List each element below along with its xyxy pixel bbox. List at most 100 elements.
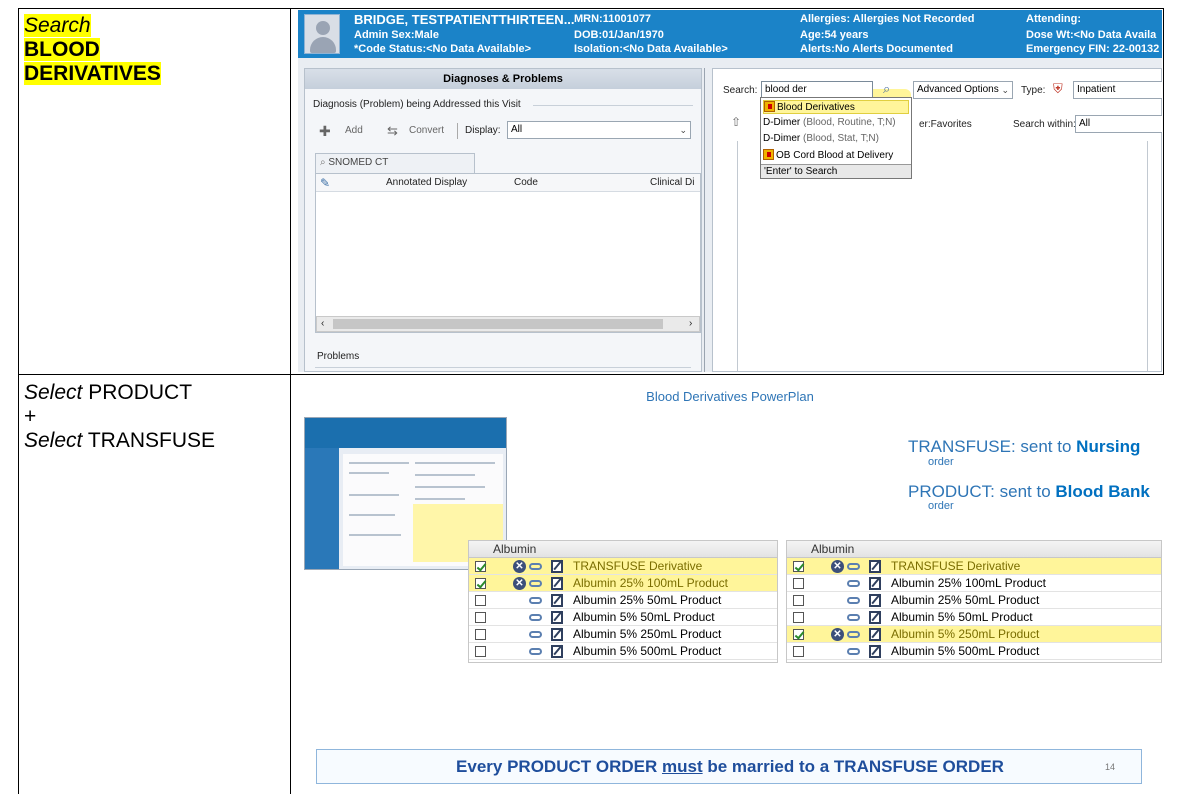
grid-header: ✎ Annotated Display Code Clinical Di	[316, 174, 700, 192]
order-row[interactable]: ✕ TRANSFUSE Derivative	[469, 558, 777, 575]
scroll-thumb[interactable]	[333, 319, 663, 329]
order-row[interactable]: Albumin 5% 500mL Product	[787, 643, 1161, 660]
horizontal-scrollbar[interactable]: ‹ ›	[316, 316, 700, 332]
order-checkbox[interactable]	[475, 595, 486, 606]
convert-button[interactable]: Convert	[409, 125, 444, 136]
enter-to-search-hint[interactable]: 'Enter' to Search	[761, 164, 911, 178]
order-checkbox[interactable]	[793, 578, 804, 589]
order-label: TRANSFUSE Derivative	[891, 559, 1021, 573]
search-within-select[interactable]: All	[1075, 115, 1162, 133]
diagnosis-section-label: Diagnosis (Problem) being Addressed this…	[313, 99, 521, 110]
thumb-line	[415, 462, 495, 464]
order-label: Albumin 25% 50mL Product	[573, 593, 722, 607]
display-select[interactable]: All ⌄	[507, 121, 691, 139]
folder-up-icon[interactable]: ⇧	[731, 115, 741, 129]
order-details-icon[interactable]	[869, 577, 881, 590]
annotate-icon[interactable]: ✎	[320, 176, 330, 190]
order-label: Albumin 5% 50mL Product	[891, 610, 1033, 624]
order-details-icon[interactable]	[551, 560, 563, 573]
order-checkbox[interactable]	[475, 629, 486, 640]
patient-dob: DOB:01/Jan/1970	[574, 29, 664, 41]
add-button[interactable]: Add	[345, 125, 363, 136]
order-checkbox[interactable]	[793, 561, 804, 572]
slide-title: Blood Derivatives PowerPlan	[646, 389, 814, 404]
order-checkbox[interactable]	[793, 612, 804, 623]
order-row[interactable]: Albumin 25% 100mL Product	[787, 575, 1161, 592]
order-details-icon[interactable]	[551, 628, 563, 641]
suggestion-detail: (Blood, Stat, T;N)	[803, 133, 879, 144]
order-checkbox[interactable]	[475, 578, 486, 589]
patient-avatar	[304, 14, 340, 54]
link-icon	[529, 563, 542, 570]
suggestion-d-dimer-stat[interactable]: D-Dimer (Blood, Stat, T;N)	[763, 133, 879, 144]
pane-splitter[interactable]	[704, 68, 705, 372]
col-clinical[interactable]: Clinical Di	[650, 177, 694, 188]
order-row[interactable]: ✕ TRANSFUSE Derivative	[787, 558, 1161, 575]
suggestion-d-dimer-routine[interactable]: D-Dimer (Blood, Routine, T;N)	[763, 117, 896, 128]
order-details-icon[interactable]	[551, 594, 563, 607]
remove-icon[interactable]: ✕	[831, 560, 844, 573]
scroll-right-icon[interactable]: ›	[689, 318, 692, 329]
order-checkbox[interactable]	[793, 646, 804, 657]
remove-icon[interactable]: ✕	[831, 628, 844, 641]
add-icon[interactable]: ✚	[319, 123, 331, 140]
order-details-icon[interactable]	[869, 645, 881, 658]
order-details-icon[interactable]	[551, 611, 563, 624]
suggestion-detail: (Blood, Routine, T;N)	[803, 117, 896, 128]
order-details-icon[interactable]	[869, 611, 881, 624]
step2-object1: PRODUCT	[88, 381, 193, 404]
order-label: TRANSFUSE Derivative	[573, 559, 703, 573]
display-label: Display:	[465, 125, 501, 136]
search-icon[interactable]: ⌕	[883, 81, 890, 97]
step1-verb: Search	[24, 14, 91, 37]
diagnoses-pane: Diagnoses & Problems Diagnosis (Problem)…	[304, 68, 702, 372]
order-row[interactable]: Albumin 5% 50mL Product	[469, 609, 777, 626]
order-checkbox[interactable]	[475, 646, 486, 657]
suggestion-ob-cord-blood[interactable]: OB Cord Blood at Delivery	[763, 149, 893, 161]
order-details-icon[interactable]	[869, 628, 881, 641]
tab-snomed-ct[interactable]: ⌕ SNOMED CT	[315, 153, 475, 173]
callout-transfuse-target: Nursing	[1076, 437, 1141, 456]
patient-name[interactable]: BRIDGE, TESTPATIENTTHIRTEEN...	[354, 12, 575, 27]
order-row[interactable]: Albumin 5% 500mL Product	[469, 643, 777, 660]
rule-tail: be married to a TRANSFUSE ORDER	[702, 757, 1004, 776]
order-checkbox[interactable]	[475, 561, 486, 572]
order-row[interactable]: Albumin 5% 250mL Product	[469, 626, 777, 643]
convert-icon[interactable]: ⇆	[387, 123, 398, 139]
order-row[interactable]: ✕ Albumin 25% 100mL Product	[469, 575, 777, 592]
suggestion-main: D-Dimer	[763, 117, 801, 128]
link-icon	[529, 648, 542, 655]
callout-product: PRODUCT: sent to Blood Bank	[908, 482, 1150, 502]
order-label: Albumin 25% 100mL Product	[573, 576, 728, 590]
remove-icon[interactable]: ✕	[513, 577, 526, 590]
callout-transfuse-sub: order	[928, 456, 954, 468]
remove-icon[interactable]: ✕	[513, 560, 526, 573]
step2-plus: +	[24, 405, 37, 428]
order-details-icon[interactable]	[551, 645, 563, 658]
step2-instruction: Select PRODUCT + Select TRANSFUSE	[24, 381, 215, 453]
order-checkbox[interactable]	[793, 595, 804, 606]
order-details-icon[interactable]	[869, 560, 881, 573]
order-row[interactable]: Albumin 25% 50mL Product	[787, 592, 1161, 609]
suggestion-blood-derivatives[interactable]: Blood Derivatives	[763, 100, 909, 114]
order-details-icon[interactable]	[869, 594, 881, 607]
alerts-status[interactable]: Alerts:No Alerts Documented	[800, 43, 953, 55]
patient-mrn: MRN:11001077	[574, 13, 652, 25]
order-checkbox[interactable]	[475, 612, 486, 623]
col-annotated-display[interactable]: Annotated Display	[386, 177, 467, 188]
order-details-icon[interactable]	[551, 577, 563, 590]
col-code[interactable]: Code	[514, 177, 538, 188]
order-row[interactable]: Albumin 5% 50mL Product	[787, 609, 1161, 626]
scroll-left-icon[interactable]: ‹	[321, 318, 324, 329]
table-column-divider	[290, 8, 291, 794]
type-select[interactable]: Inpatient	[1073, 81, 1162, 99]
advanced-options-button[interactable]: Advanced Options ⌄	[913, 81, 1013, 99]
order-checkbox[interactable]	[793, 629, 804, 640]
albumin-header: Albumin	[469, 541, 777, 558]
tab-snomed-label: SNOMED CT	[328, 157, 389, 168]
order-label: Albumin 25% 50mL Product	[891, 593, 1040, 607]
order-row[interactable]: Albumin 25% 50mL Product	[469, 592, 777, 609]
allergies-status[interactable]: Allergies: Allergies Not Recorded	[800, 13, 974, 25]
order-row[interactable]: ✕ Albumin 5% 250mL Product	[787, 626, 1161, 643]
thumb-sidebar	[305, 448, 339, 569]
